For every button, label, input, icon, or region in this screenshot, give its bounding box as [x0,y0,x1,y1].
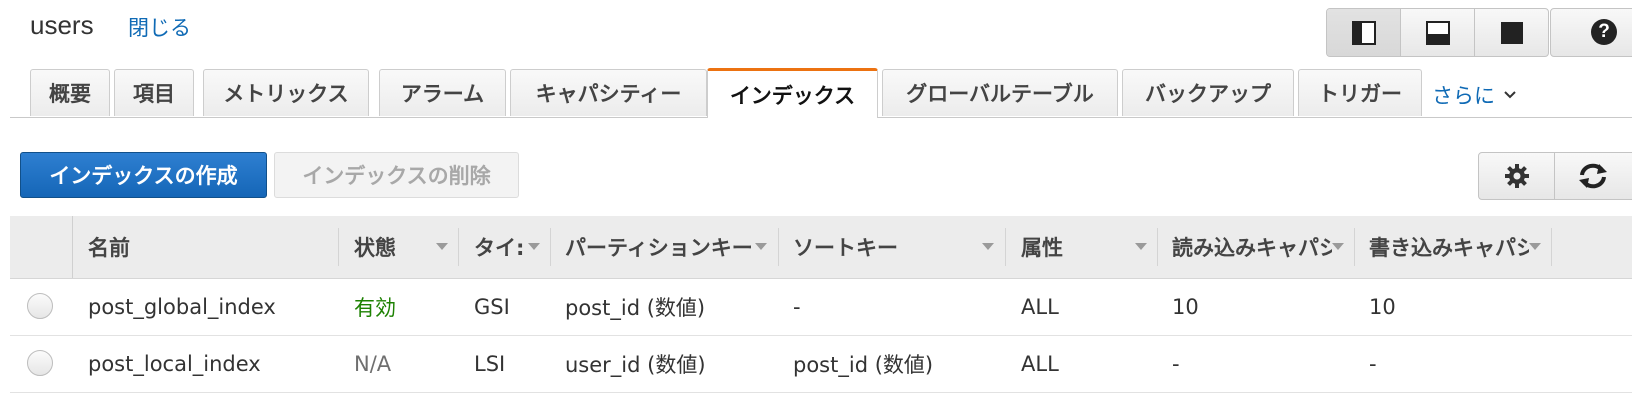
cell-partition-key: user_id (数値) [565,353,706,377]
chevron-down-icon [1504,91,1516,99]
cell-sort-key: post_id (数値) [793,353,934,377]
delete-index-button[interactable]: インデックスの削除 [274,152,519,198]
column-divider [338,228,339,266]
column-divider [1551,228,1552,266]
column-divider [778,228,779,266]
create-index-button[interactable]: インデックスの作成 [20,152,267,198]
column-header-status[interactable]: 状態 [354,216,434,278]
cell-attributes: ALL [1021,352,1059,376]
split-right-panel-icon [1351,20,1376,45]
tab-alarms[interactable]: アラーム [379,69,506,116]
cell-write-capacity: 10 [1369,295,1396,319]
help-icon: ? [1591,19,1617,45]
column-header-partition-key[interactable]: パーティションキー [565,216,755,278]
column-divider [1354,228,1355,266]
cell-write-capacity: - [1369,352,1377,376]
row-select-radio[interactable] [27,350,53,376]
view-layout-group [1326,8,1549,57]
cell-type: LSI [474,352,506,376]
full-panel-icon [1500,21,1523,44]
tab-backups[interactable]: バックアップ [1122,69,1294,116]
tab-metrics[interactable]: メトリックス [203,69,369,116]
sort-caret-icon[interactable] [1332,243,1344,250]
sort-caret-icon[interactable] [982,243,994,250]
column-divider [458,228,459,266]
gear-icon [1504,164,1529,188]
column-divider [1005,228,1006,266]
row-select-radio[interactable] [27,293,53,319]
tab-capacity[interactable]: キャパシティー [510,69,707,116]
refresh-button[interactable] [1554,153,1630,199]
close-link[interactable]: 閉じる [128,12,191,42]
cell-name: post_local_index [88,352,261,376]
column-divider [1157,228,1158,266]
split-right-view-button[interactable] [1327,9,1400,56]
cell-type: GSI [474,295,510,319]
table-row[interactable]: post_local_index N/A LSI user_id (数値) po… [10,336,1632,393]
column-header-sort-key[interactable]: ソートキー [793,216,973,278]
sort-caret-icon[interactable] [1529,243,1541,250]
column-divider [72,216,73,278]
table-tools-group [1478,152,1632,200]
split-bottom-view-button[interactable] [1400,9,1474,56]
more-tabs-dropdown[interactable]: さらに [1432,80,1517,110]
tab-triggers[interactable]: トリガー [1298,69,1422,116]
cell-read-capacity: 10 [1172,295,1199,319]
column-header-type[interactable]: タイ: [474,216,526,278]
column-header-write-capacity[interactable]: 書き込みキャパシ [1369,216,1529,278]
tab-items[interactable]: 項目 [114,69,194,116]
column-header-attributes[interactable]: 属性 [1021,216,1121,278]
refresh-icon [1578,163,1607,189]
sort-caret-icon[interactable] [755,243,767,250]
tab-global-tables[interactable]: グローバルテーブル [882,69,1118,116]
help-button[interactable]: ? [1550,8,1632,57]
cell-status: N/A [354,352,392,376]
column-divider [550,228,551,266]
settings-button[interactable] [1479,153,1554,199]
cell-attributes: ALL [1021,295,1059,319]
tab-overview[interactable]: 概要 [30,69,110,116]
more-tabs-label: さらに [1432,84,1495,108]
split-bottom-panel-icon [1425,20,1450,45]
cell-read-capacity: - [1172,352,1180,376]
table-header: 名前 状態 タイ: パーティションキー ソートキー 属性 読み込みキャパシ 書き… [10,216,1632,279]
table-title: users [30,10,94,40]
sort-caret-icon[interactable] [528,243,540,250]
column-header-name[interactable]: 名前 [88,216,338,278]
table-row[interactable]: post_global_index 有効 GSI post_id (数値) - … [10,279,1632,336]
sort-caret-icon[interactable] [436,243,448,250]
sort-caret-icon[interactable] [1135,243,1147,250]
full-view-button[interactable] [1474,9,1548,56]
column-header-read-capacity[interactable]: 読み込みキャパシ [1172,216,1332,278]
cell-sort-key: - [793,295,801,319]
cell-partition-key: post_id (数値) [565,296,706,320]
cell-status: 有効 [354,296,396,320]
tab-indexes[interactable]: インデックス [707,68,878,118]
cell-name: post_global_index [88,295,276,319]
